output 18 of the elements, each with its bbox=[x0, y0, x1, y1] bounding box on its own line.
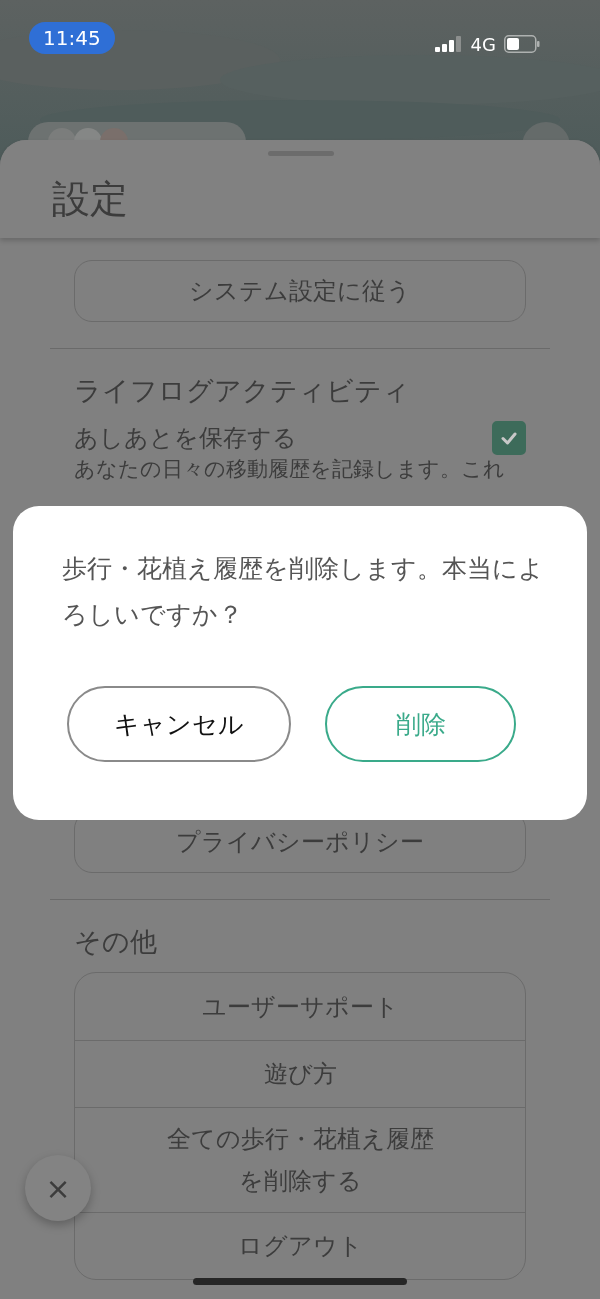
battery-icon bbox=[504, 35, 540, 53]
setting-description: あなたの日々の移動履歴を記録します。これ bbox=[74, 456, 506, 483]
sheet-title: 設定 bbox=[52, 176, 128, 223]
network-label: 4G bbox=[470, 33, 496, 55]
dialog-message: 歩行・花植え履歴を削除します。本当によろしいですか？ bbox=[62, 553, 545, 631]
signal-icon bbox=[434, 36, 463, 52]
menu-item[interactable]: ユーザーサポート bbox=[201, 985, 399, 1028]
checkbox[interactable] bbox=[492, 421, 526, 455]
section-title: ライフログアクティビティ bbox=[74, 374, 411, 408]
option-button[interactable]: システム設定に従う bbox=[74, 260, 526, 322]
menu-item[interactable]: 遊び方 bbox=[263, 1053, 337, 1095]
menu-item[interactable]: ログアウト bbox=[237, 1225, 363, 1267]
section-title: その他 bbox=[74, 925, 158, 959]
cancel-button[interactable]: キャンセル bbox=[67, 686, 291, 762]
delete-button[interactable]: 削除 bbox=[325, 686, 516, 762]
menu-item[interactable]: 全ての歩行・花植え履歴を削除する bbox=[164, 1118, 436, 1202]
setting-label: あしあとを保存する bbox=[74, 423, 297, 454]
status-time: 11:45 bbox=[29, 22, 115, 54]
